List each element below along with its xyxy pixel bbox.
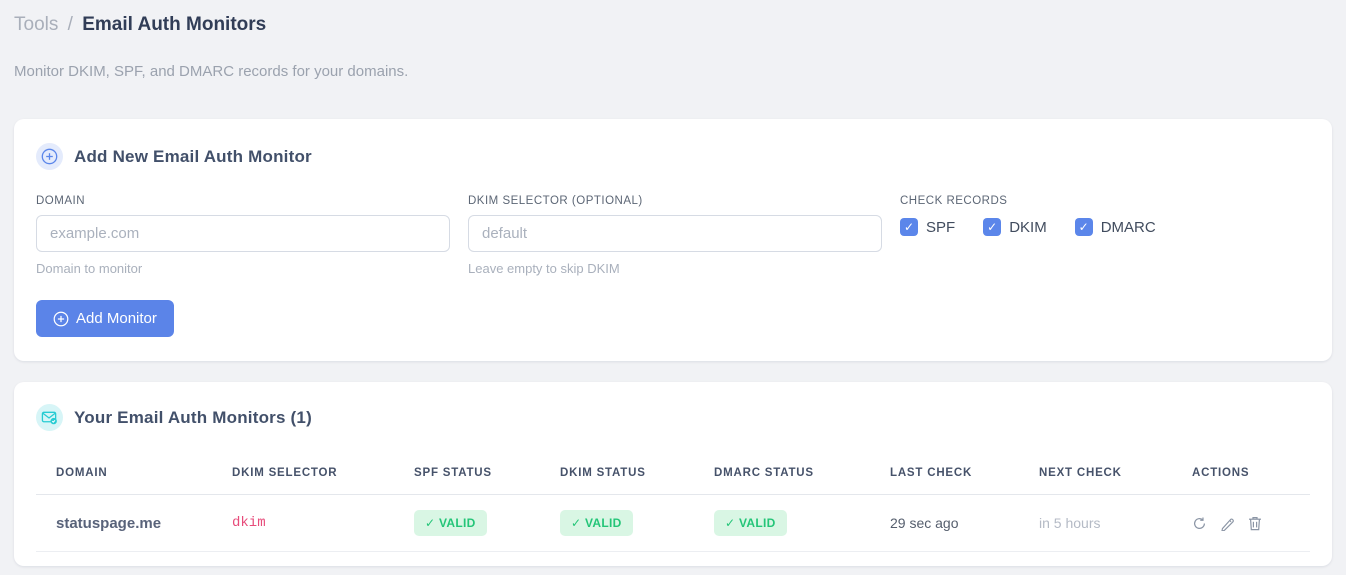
col-dkim-selector: DKIM SELECTOR <box>212 453 394 495</box>
add-monitor-card-title: Add New Email Auth Monitor <box>74 146 312 166</box>
email-check-icon <box>36 404 63 431</box>
checkbox-dkim-label: DKIM <box>1009 218 1047 236</box>
breadcrumb-separator: / <box>67 14 73 35</box>
monitor-last-check: 29 sec ago <box>870 494 1019 552</box>
col-dkim-status: DKIM STATUS <box>540 453 694 495</box>
edit-icon[interactable] <box>1220 516 1235 531</box>
col-dmarc-status: DMARC STATUS <box>694 453 870 495</box>
monitors-card-title: Your Email Auth Monitors (1) <box>74 407 312 427</box>
monitor-spf-status-cell: ✓ VALID <box>394 494 540 552</box>
monitor-dkim-status-cell: ✓ VALID <box>540 494 694 552</box>
refresh-icon[interactable] <box>1192 516 1207 531</box>
check-records-group: CHECK RECORDS SPF DKIM DMARC <box>900 195 1156 236</box>
breadcrumb: Tools / Email Auth Monitors <box>14 13 1332 37</box>
page-title: Email Auth Monitors <box>82 14 267 35</box>
check-records-label: CHECK RECORDS <box>900 195 1008 207</box>
table-row: statuspage.me dkim ✓ VALID ✓ VALID ✓ VAL… <box>36 494 1310 552</box>
dkim-selector-field-helper: Leave empty to skip DKIM <box>468 261 620 276</box>
domain-input[interactable] <box>36 215 450 252</box>
dkim-selector-input[interactable] <box>468 215 882 252</box>
monitor-dmarc-status-cell: ✓ VALID <box>694 494 870 552</box>
col-domain: DOMAIN <box>36 453 212 495</box>
col-last-check: LAST CHECK <box>870 453 1019 495</box>
checkbox-spf[interactable]: SPF <box>900 218 955 236</box>
delete-icon[interactable] <box>1248 516 1262 531</box>
status-badge: ✓ VALID <box>714 510 787 536</box>
checkbox-checked-icon[interactable] <box>983 218 1002 236</box>
col-spf-status: SPF STATUS <box>394 453 540 495</box>
checkbox-checked-icon[interactable] <box>1074 218 1093 236</box>
checkbox-dmarc[interactable]: DMARC <box>1074 218 1156 236</box>
actions-group <box>1192 516 1310 531</box>
add-monitor-card: Add New Email Auth Monitor DOMAIN Domain… <box>14 119 1332 361</box>
monitor-dkim-selector: dkim <box>212 494 394 552</box>
add-monitor-button-label: Add Monitor <box>76 310 157 327</box>
dkim-selector-field-label: DKIM SELECTOR (OPTIONAL) <box>468 195 643 207</box>
checkbox-dmarc-label: DMARC <box>1100 218 1156 236</box>
plus-circle-icon <box>53 311 69 327</box>
table-header-row: DOMAIN DKIM SELECTOR SPF STATUS DKIM STA… <box>36 453 1310 495</box>
checkbox-spf-label: SPF <box>926 218 956 236</box>
checkbox-checked-icon[interactable] <box>900 218 918 236</box>
monitor-next-check: in 5 hours <box>1019 494 1172 552</box>
check-records-row: SPF DKIM DMARC <box>900 218 1156 236</box>
add-monitor-form: DOMAIN Domain to monitor DKIM SELECTOR (… <box>36 195 1310 276</box>
monitors-table: DOMAIN DKIM SELECTOR SPF STATUS DKIM STA… <box>36 453 1310 552</box>
domain-field-label: DOMAIN <box>36 195 85 207</box>
checkbox-dkim[interactable]: DKIM <box>983 218 1047 236</box>
status-badge: ✓ VALID <box>560 510 633 536</box>
domain-field-helper: Domain to monitor <box>36 261 143 276</box>
plus-circle-icon <box>36 143 63 170</box>
add-monitor-card-header: Add New Email Auth Monitor <box>36 143 1310 170</box>
status-badge: ✓ VALID <box>414 510 487 536</box>
add-monitor-button[interactable]: Add Monitor <box>36 300 174 337</box>
col-next-check: NEXT CHECK <box>1019 453 1172 495</box>
monitor-domain: statuspage.me <box>36 494 212 552</box>
dkim-selector-field-group: DKIM SELECTOR (OPTIONAL) Leave empty to … <box>468 195 882 276</box>
page-header: Tools / Email Auth Monitors Monitor DKIM… <box>0 0 1346 80</box>
monitor-actions-cell <box>1172 494 1310 552</box>
domain-field-group: DOMAIN Domain to monitor <box>36 195 450 276</box>
monitors-card-header: Your Email Auth Monitors (1) <box>36 404 1310 431</box>
col-actions: ACTIONS <box>1172 453 1310 495</box>
page-subtitle: Monitor DKIM, SPF, and DMARC records for… <box>14 63 409 80</box>
breadcrumb-tools[interactable]: Tools <box>14 14 58 35</box>
monitors-card: Your Email Auth Monitors (1) DOMAIN DKIM… <box>14 382 1332 566</box>
